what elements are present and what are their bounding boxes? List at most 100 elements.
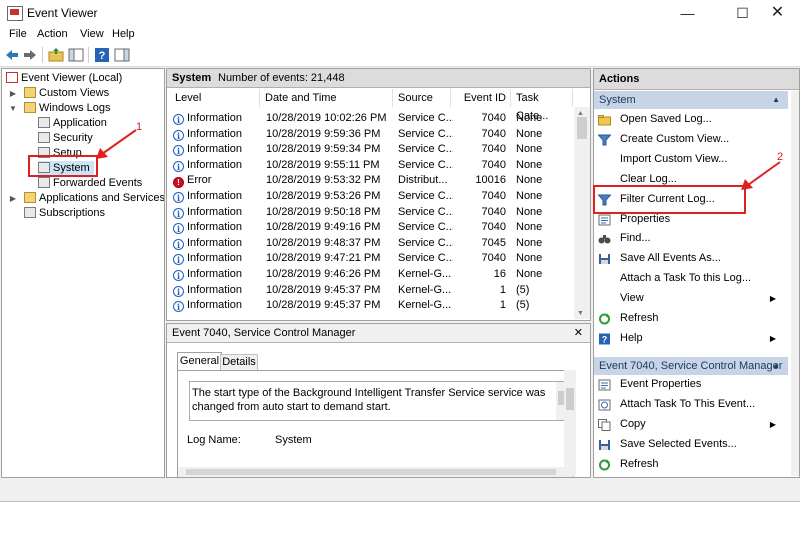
action-label: Open Saved Log... bbox=[620, 113, 712, 125]
tree-custom-views[interactable]: Custom Views bbox=[24, 86, 109, 101]
minimize-button[interactable]: — bbox=[665, 0, 710, 26]
action-copy[interactable]: Copy ▶ bbox=[598, 415, 784, 434]
table-row[interactable]: ! Error 10/28/2019 9:53:32 PM Distribut... 1… bbox=[167, 173, 572, 189]
expand-caret-icon[interactable]: ▶ bbox=[8, 194, 18, 203]
tree-subscriptions[interactable]: Subscriptions bbox=[24, 206, 105, 221]
tab-details[interactable]: Details bbox=[220, 354, 258, 370]
tree-root[interactable]: Event Viewer (Local) bbox=[6, 71, 122, 86]
table-row[interactable]: i Information 10/28/2019 9:47:21 PM Service… bbox=[167, 251, 572, 267]
collapse-section-icon[interactable]: ▲ bbox=[772, 91, 780, 109]
expand-caret-icon[interactable]: ▶ bbox=[8, 89, 18, 98]
menu-view[interactable]: View bbox=[80, 28, 104, 40]
menu-help[interactable]: Help bbox=[112, 28, 135, 40]
tree-windows-logs[interactable]: Windows Logs bbox=[24, 101, 111, 116]
submenu-arrow-icon: ▶ bbox=[769, 333, 776, 343]
properties-icon bbox=[598, 379, 611, 391]
action-label: Attach a Task To this Log... bbox=[620, 272, 752, 285]
detail-vscrollbar[interactable] bbox=[564, 370, 576, 476]
table-row[interactable]: i Information 10/28/2019 9:48:37 PM Service… bbox=[167, 236, 572, 252]
tree-apps-services[interactable]: Applications and Services Lo bbox=[24, 191, 164, 206]
action-refresh[interactable]: Refresh bbox=[598, 309, 784, 328]
column-source[interactable]: Source bbox=[393, 89, 451, 107]
cell-level: i Information bbox=[173, 127, 261, 143]
show-hide-tree-icon[interactable] bbox=[68, 47, 84, 63]
actions-section-event[interactable]: Event 7040, Service Control Manager ▲ bbox=[594, 357, 788, 375]
tree-security[interactable]: Security bbox=[38, 131, 93, 146]
menu-file[interactable]: File bbox=[9, 28, 27, 40]
action-save-selected-events[interactable]: Save Selected Events... bbox=[598, 435, 784, 454]
action-help[interactable]: ? Help ▶ bbox=[598, 329, 784, 348]
column-level[interactable]: Level bbox=[170, 89, 260, 107]
actions-section-system[interactable]: System ▲ bbox=[594, 91, 788, 109]
information-icon: i bbox=[173, 114, 184, 125]
action-event-properties[interactable]: Event Properties bbox=[598, 375, 784, 394]
action-refresh[interactable]: Refresh bbox=[598, 455, 784, 474]
close-detail-icon[interactable]: ✕ bbox=[574, 326, 583, 339]
action-label: Refresh bbox=[620, 457, 659, 470]
table-row[interactable]: i Information 10/28/2019 9:45:37 PM Kernel-… bbox=[167, 283, 572, 299]
action-save-all-events-as[interactable]: Save All Events As... bbox=[598, 249, 784, 268]
cell-source: Kernel-G... bbox=[398, 283, 452, 296]
up-folder-icon[interactable] bbox=[48, 47, 64, 63]
column-task-category[interactable]: Task Cate... bbox=[511, 89, 573, 122]
cell-task-category: None bbox=[516, 205, 543, 218]
annotation-label-1: 1 bbox=[136, 121, 143, 133]
forward-arrow-icon[interactable] bbox=[22, 47, 38, 63]
collapse-section-icon[interactable]: ▲ bbox=[772, 357, 780, 375]
detail-hscrollbar[interactable] bbox=[178, 467, 573, 477]
cell-event-id: 7040 bbox=[481, 205, 506, 218]
cell-source: Service C... bbox=[398, 158, 453, 171]
tab-general[interactable]: General bbox=[177, 352, 222, 371]
copy-icon bbox=[598, 418, 611, 431]
table-row[interactable]: i Information 10/28/2019 9:53:26 PM Service… bbox=[167, 189, 572, 205]
cell-event-id: 7040 bbox=[481, 158, 506, 171]
help-icon[interactable]: ? bbox=[94, 47, 110, 63]
column-event-id[interactable]: Event ID bbox=[451, 89, 511, 107]
folder-icon bbox=[24, 87, 36, 98]
collapse-caret-icon[interactable]: ▼ bbox=[8, 104, 18, 113]
cell-date-time: 10/28/2019 9:48:37 PM bbox=[266, 236, 381, 249]
event-list-pane: System Number of events: 21,448 Level Da… bbox=[166, 68, 591, 321]
action-find[interactable]: Find... bbox=[598, 229, 784, 248]
actions-scrollbar[interactable] bbox=[791, 91, 799, 476]
log-icon bbox=[38, 177, 50, 188]
title-bar: Event Viewer — ☐ ✕ bbox=[0, 0, 800, 26]
menu-action[interactable]: Action bbox=[37, 28, 68, 40]
table-row[interactable]: i Information 10/28/2019 9:50:18 PM Service… bbox=[167, 205, 572, 221]
cell-event-id: 7040 bbox=[481, 221, 506, 234]
actions-pane: Actions System ▲ Open Saved Log... Create… bbox=[593, 68, 800, 478]
cell-event-id: 7040 bbox=[481, 190, 506, 202]
back-arrow-icon[interactable] bbox=[4, 47, 20, 63]
cell-source: Kernel-G... bbox=[398, 299, 452, 312]
action-attach-a-task-to-this-log[interactable]: Attach a Task To this Log... bbox=[598, 269, 784, 288]
cell-date-time: 10/28/2019 9:46:26 PM bbox=[266, 268, 381, 280]
table-row[interactable]: i Information 10/28/2019 9:55:11 PM Service… bbox=[167, 158, 572, 174]
action-open-saved-log[interactable]: Open Saved Log... bbox=[598, 110, 784, 129]
action-create-custom-view[interactable]: Create Custom View... bbox=[598, 130, 784, 149]
column-date-time[interactable]: Date and Time bbox=[260, 89, 393, 107]
cell-source: Service C... bbox=[398, 143, 453, 156]
cell-source: Service C... bbox=[398, 112, 453, 124]
event-list-scrollbar[interactable]: ▲ ▼ bbox=[574, 107, 590, 319]
table-row[interactable]: i Information 10/28/2019 9:59:34 PM Service… bbox=[167, 142, 572, 158]
svg-text:?: ? bbox=[602, 334, 608, 344]
tree-forwarded-events[interactable]: Forwarded Events bbox=[38, 176, 142, 191]
table-row[interactable]: i Information 10/28/2019 9:59:36 PM Service… bbox=[167, 127, 572, 143]
cell-level: i Information bbox=[173, 267, 261, 283]
submenu-arrow-icon: ▶ bbox=[769, 419, 776, 429]
event-count: Number of events: 21,448 bbox=[218, 72, 345, 84]
cell-event-id: 7040 bbox=[481, 143, 506, 156]
table-row[interactable]: i Information 10/28/2019 10:02:26 PM Servic… bbox=[167, 111, 572, 127]
show-hide-action-pane-icon[interactable] bbox=[114, 47, 130, 63]
close-button[interactable]: ✕ bbox=[755, 0, 800, 26]
table-row[interactable]: i Information 10/28/2019 9:49:16 PM Service… bbox=[167, 220, 572, 236]
cell-date-time: 10/28/2019 9:53:32 PM bbox=[266, 174, 381, 187]
cell-task-category: None bbox=[516, 174, 543, 187]
refresh-icon bbox=[599, 459, 610, 471]
cell-task-category: None bbox=[516, 127, 543, 140]
table-row[interactable]: i Information 10/28/2019 9:45:37 PM Kernel-… bbox=[167, 298, 572, 314]
action-view[interactable]: View ▶ bbox=[598, 289, 784, 308]
action-attach-task-to-this-event[interactable]: Attach Task To This Event... bbox=[598, 395, 784, 414]
detail-content: The start type of the Background Intelli… bbox=[177, 370, 574, 477]
table-row[interactable]: i Information 10/28/2019 9:46:26 PM Kernel-… bbox=[167, 267, 572, 283]
